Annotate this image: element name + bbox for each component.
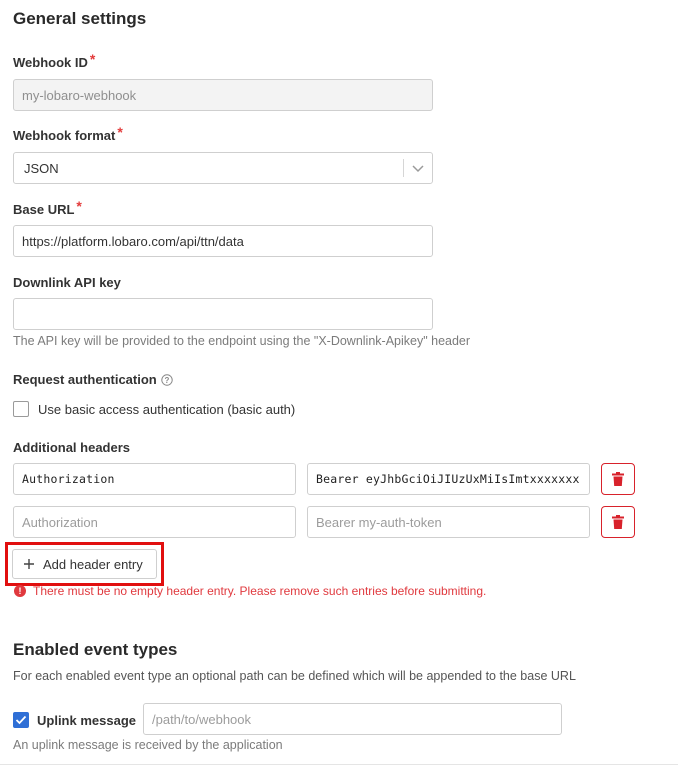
header-value-placeholder: Bearer my-auth-token <box>316 514 442 530</box>
chevron-down-icon <box>412 165 424 173</box>
help-circle-icon[interactable]: ? <box>161 373 173 386</box>
basic-auth-checkbox[interactable] <box>13 401 29 417</box>
base-url-input[interactable]: https://platform.lobaro.com/api/ttn/data <box>13 225 433 257</box>
section-title-general: General settings <box>13 9 147 28</box>
header-error-text: There must be no empty header entry. Ple… <box>33 584 487 598</box>
webhook-format-label: Webhook format * <box>13 124 123 143</box>
select-divider <box>403 159 404 177</box>
base-url-label-text: Base URL <box>13 202 75 217</box>
trash-icon <box>612 515 624 529</box>
uplink-label: Uplink message <box>37 712 136 728</box>
basic-auth-checkbox-label: Use basic access authentication (basic a… <box>38 401 296 417</box>
webhook-id-label-text: Webhook ID <box>13 55 88 70</box>
header-key-input[interactable]: Authorization <box>13 506 296 538</box>
plus-icon <box>24 559 34 569</box>
header-key-input[interactable]: Authorization <box>13 463 296 495</box>
uplink-path-placeholder: /path/to/webhook <box>152 711 252 727</box>
webhook-id-label: Webhook ID * <box>13 51 96 70</box>
downlink-api-key-help: The API key will be provided to the endp… <box>13 334 471 348</box>
downlink-api-key-input[interactable] <box>13 298 433 330</box>
required-mark: * <box>76 198 82 214</box>
error-icon: ! <box>14 585 26 597</box>
header-key-value: Authorization <box>22 472 115 486</box>
trash-icon <box>612 472 624 486</box>
additional-headers-label: Additional headers <box>13 440 131 455</box>
webhook-format-select[interactable]: JSON <box>13 152 433 184</box>
events-description: For each enabled event type an optional … <box>13 669 576 683</box>
webhook-format-value: JSON <box>24 160 59 176</box>
required-mark: * <box>89 51 96 67</box>
basic-auth-option[interactable]: Use basic access authentication (basic a… <box>13 401 295 417</box>
svg-text:?: ? <box>164 376 169 385</box>
uplink-help: An uplink message is received by the app… <box>13 738 283 752</box>
section-title-events: Enabled event types <box>13 640 178 659</box>
divider <box>0 764 678 765</box>
add-header-entry-label: Add header entry <box>43 556 143 572</box>
header-error-message: ! There must be no empty header entry. P… <box>14 584 486 598</box>
header-key-placeholder: Authorization <box>22 514 98 530</box>
header-value-value: Bearer eyJhbGciOiJIUzUxMiIsImtxxxxxxx <box>316 472 580 486</box>
header-value-input[interactable]: Bearer my-auth-token <box>307 506 590 538</box>
webhook-id-input: my-lobaro-webhook <box>13 79 433 111</box>
required-mark: * <box>117 124 123 140</box>
delete-header-button[interactable] <box>601 506 635 538</box>
delete-header-button[interactable] <box>601 463 635 495</box>
base-url-label: Base URL * <box>13 198 82 217</box>
uplink-path-input[interactable]: /path/to/webhook <box>143 703 562 735</box>
check-icon <box>15 715 27 725</box>
header-value-input[interactable]: Bearer eyJhbGciOiJIUzUxMiIsImtxxxxxxx <box>307 463 590 495</box>
uplink-checkbox[interactable] <box>13 712 29 728</box>
request-auth-label-text: Request authentication <box>13 372 157 387</box>
webhook-format-label-text: Webhook format <box>13 128 116 143</box>
request-auth-label: Request authentication ? <box>13 372 173 387</box>
add-header-entry-button[interactable]: Add header entry <box>12 549 157 579</box>
uplink-option[interactable]: Uplink message <box>13 712 136 728</box>
downlink-api-key-label: Downlink API key <box>13 275 121 290</box>
webhook-id-value: my-lobaro-webhook <box>22 87 137 103</box>
base-url-value: https://platform.lobaro.com/api/ttn/data <box>22 233 244 249</box>
